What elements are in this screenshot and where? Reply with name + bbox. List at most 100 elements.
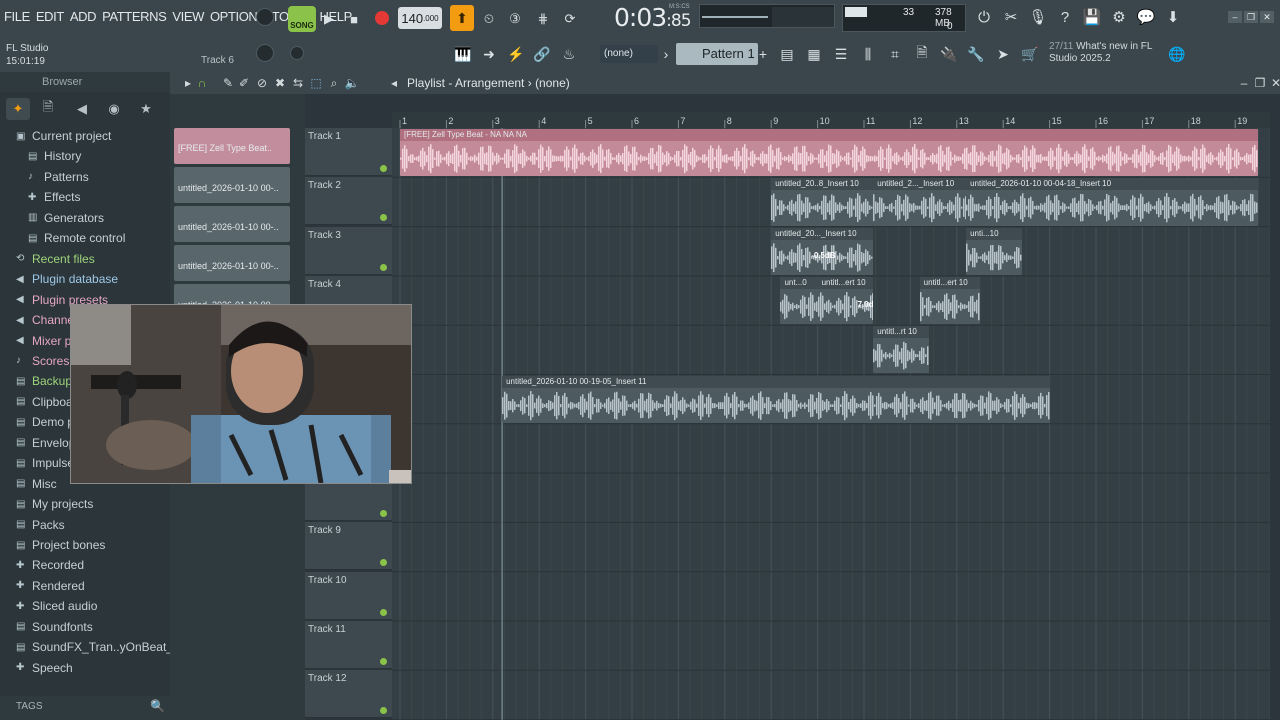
- select-tool-icon[interactable]: ⬚: [308, 75, 324, 91]
- menu-patterns[interactable]: PATTERNS: [102, 9, 167, 24]
- track-header[interactable]: Track 3: [305, 226, 392, 275]
- tools-button[interactable]: 🔧: [965, 44, 987, 64]
- audio-clip[interactable]: untitled_2026-01-10 00-19-05_Insert 11: [502, 375, 1050, 423]
- browser-item[interactable]: ▤ Misc: [16, 474, 57, 494]
- browser-item[interactable]: ▤ SoundFX_Tran..yOnBeat_com: [16, 637, 196, 657]
- clip-source-item[interactable]: untitled_2026-01-10 00-..: [174, 167, 290, 203]
- browser-item[interactable]: ▤ My projects: [16, 494, 93, 514]
- help-button[interactable]: ?: [1054, 6, 1076, 28]
- track-header[interactable]: Track 12: [305, 670, 392, 719]
- playlist-restore-icon[interactable]: ❐: [1252, 75, 1268, 91]
- maximize-button[interactable]: ❐: [1244, 11, 1258, 23]
- browser-item[interactable]: ▤ Backup: [16, 371, 72, 391]
- browser-item[interactable]: ▤ History: [28, 146, 81, 166]
- loop-record-button[interactable]: ⟳: [559, 8, 581, 30]
- song-mode-button[interactable]: SONG: [288, 6, 316, 32]
- browser-item[interactable]: ◀ Plugin database: [16, 269, 118, 289]
- browser-item[interactable]: ♪ Scores: [16, 351, 69, 371]
- playback-tool-icon[interactable]: 🔈: [344, 75, 360, 91]
- paint-tool-icon[interactable]: ✐: [236, 75, 252, 91]
- menu-edit[interactable]: EDIT: [36, 9, 64, 24]
- browser-files-tab[interactable]: 🗎: [36, 98, 60, 120]
- audio-clip[interactable]: untitled_20..._Insert 10 -0.5dB: [771, 227, 874, 275]
- download-button[interactable]: ⬇: [1162, 6, 1184, 28]
- store-button[interactable]: 🛒: [1019, 44, 1041, 64]
- track-enable-led[interactable]: [380, 165, 387, 172]
- countdown-button[interactable]: ③: [504, 8, 526, 30]
- audio-clip[interactable]: untitled_20..8_Insert 10: [771, 178, 874, 226]
- browser-plugins-tab[interactable]: ◀: [70, 98, 94, 120]
- playlist-minimize-icon[interactable]: –: [1236, 75, 1252, 91]
- menu-file[interactable]: FILE: [4, 9, 30, 24]
- playlist-grid[interactable]: [FREE] Zell Type Beat - NA NA NA untitled…: [392, 128, 1270, 720]
- record-button[interactable]: [371, 7, 393, 29]
- track-enable-led[interactable]: [380, 510, 387, 518]
- speaker-icon[interactable]: ◂: [386, 75, 402, 91]
- master-volume-knob[interactable]: [256, 8, 274, 26]
- browser-all-tab[interactable]: ✦: [6, 98, 30, 120]
- cut-button[interactable]: ✂: [1000, 6, 1022, 28]
- browser-item[interactable]: ✚ Sliced audio: [16, 596, 97, 616]
- close-button[interactable]: ✕: [1260, 11, 1274, 23]
- search-icon[interactable]: 🔍: [150, 699, 166, 715]
- pattern-prev-button[interactable]: ›: [659, 44, 673, 64]
- mixer-button[interactable]: ⚙: [1108, 6, 1130, 28]
- add-pattern-button[interactable]: +: [757, 44, 769, 64]
- routing-button[interactable]: ⌗: [884, 44, 906, 64]
- globe-button[interactable]: 🌐: [1166, 44, 1188, 64]
- playlist-view-button[interactable]: ▤: [776, 44, 798, 64]
- zoom-tool-icon[interactable]: ⌕: [326, 75, 342, 91]
- browser-item[interactable]: ♪ Patterns: [28, 167, 89, 187]
- channel-rack-button[interactable]: ▦: [803, 44, 825, 64]
- browser-item[interactable]: ✚ Recorded: [16, 555, 84, 575]
- reset-button[interactable]: ⏻: [973, 6, 995, 28]
- forward-button[interactable]: ➜: [478, 44, 500, 64]
- audio-clip[interactable]: unt...0: [780, 276, 818, 325]
- mute-tool-icon[interactable]: ✖: [272, 75, 288, 91]
- stamp-button[interactable]: ♨: [558, 44, 580, 64]
- browser-item[interactable]: ✚ Effects: [28, 187, 80, 207]
- track-header[interactable]: Track 1: [305, 128, 392, 176]
- save-button[interactable]: 💾: [1081, 6, 1103, 28]
- master-level-slider[interactable]: [290, 46, 304, 60]
- browser-item[interactable]: ✚ Speech: [16, 658, 73, 678]
- menu-view[interactable]: VIEW: [172, 9, 204, 24]
- master-pitch-knob[interactable]: [256, 44, 274, 62]
- clip-source-item[interactable]: [FREE] Zell Type Beat..: [174, 128, 290, 164]
- audio-clip[interactable]: untitled_2..._Insert 10: [873, 178, 967, 226]
- play-button[interactable]: ▶: [318, 8, 340, 30]
- wait-input-button[interactable]: ⏲: [478, 8, 500, 30]
- audio-clip[interactable]: untitl...rt 10: [873, 326, 929, 374]
- track-header[interactable]: Track 2: [305, 177, 392, 226]
- minimize-button[interactable]: –: [1228, 11, 1242, 23]
- clip-source-item[interactable]: untitled_2026-01-10 00-..: [174, 245, 290, 281]
- step-seq-button[interactable]: ☰: [830, 44, 852, 64]
- audio-clip[interactable]: untitl...ert 10: [919, 276, 980, 325]
- project-files-button[interactable]: 🗎: [911, 44, 933, 64]
- plugin-button[interactable]: 🔌: [938, 44, 960, 64]
- track-enable-led[interactable]: [380, 214, 387, 222]
- slip-tool-icon[interactable]: ⇆: [290, 75, 306, 91]
- pattern-selector[interactable]: Pattern 1: [676, 43, 758, 65]
- draw-tool-icon[interactable]: ✎: [220, 75, 236, 91]
- track-enable-led[interactable]: [380, 559, 387, 567]
- blend-notes-button[interactable]: ⋕: [532, 8, 554, 30]
- browser-item[interactable]: ▤ Soundfonts: [16, 617, 93, 637]
- audio-clip[interactable]: untitl...ert 10 7.0dB: [817, 276, 874, 325]
- audio-clip[interactable]: [FREE] Zell Type Beat - NA NA NA: [400, 129, 1259, 177]
- pattern-snap-select[interactable]: (none): [600, 45, 658, 63]
- plugin-picker-button[interactable]: ⚡: [505, 44, 527, 64]
- browser-item[interactable]: ⟲ Recent files: [16, 249, 95, 269]
- mixer-view-button[interactable]: ⫼: [857, 44, 879, 64]
- playlist-close-icon[interactable]: ✕: [1268, 75, 1280, 91]
- menu-add[interactable]: ADD: [70, 9, 97, 24]
- send-button[interactable]: ➤: [992, 44, 1014, 64]
- browser-favorites-tab[interactable]: ★: [134, 98, 158, 120]
- piano-roll-button[interactable]: 🎹: [452, 44, 474, 64]
- browser-item[interactable]: ▣ Current project: [16, 126, 111, 146]
- track-enable-led[interactable]: [380, 263, 387, 271]
- browser-web-tab[interactable]: ◉: [102, 98, 126, 120]
- browser-item[interactable]: ▥ Generators: [28, 208, 104, 228]
- track-enable-led[interactable]: [380, 707, 387, 715]
- timeline-ruler[interactable]: 1 2 3 4 5 6 7 8 9 10 11 12 13 14 15 16 17 18 19: [392, 112, 1270, 128]
